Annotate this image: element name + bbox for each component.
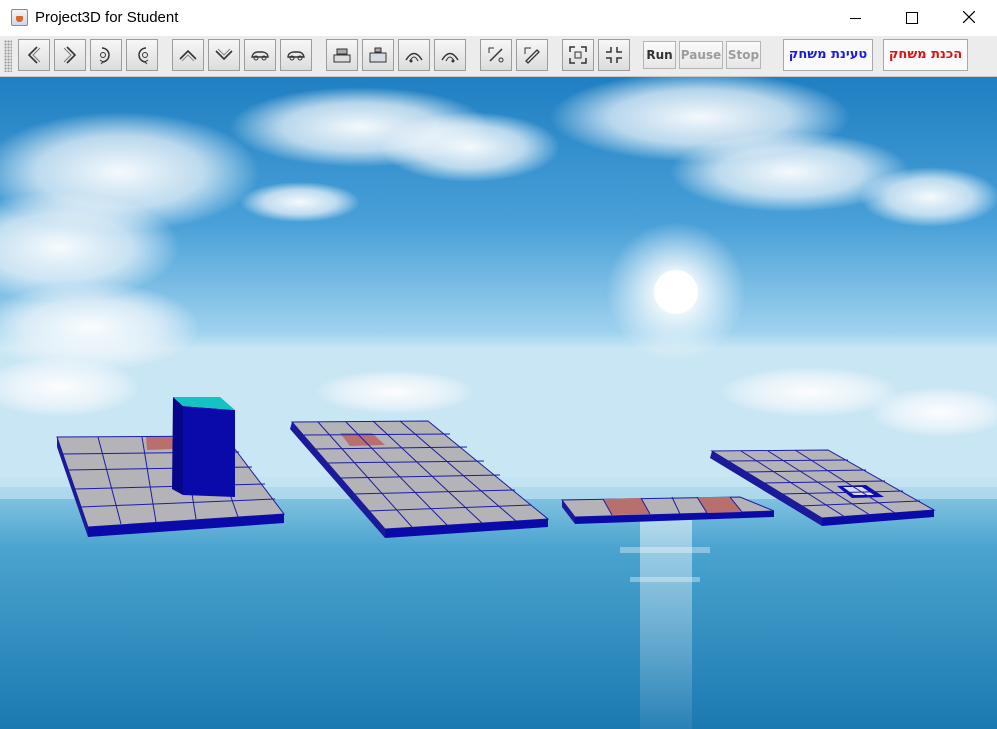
move-left-button[interactable]	[18, 39, 50, 71]
arc-right-button[interactable]	[434, 39, 466, 71]
raise-platform-button[interactable]	[326, 39, 358, 71]
close-button[interactable]	[946, 0, 992, 36]
chevron-up-icon	[179, 49, 197, 62]
target-tile	[146, 437, 174, 450]
title-bar: Project3D for Student	[0, 0, 997, 36]
close-icon	[963, 11, 975, 23]
arc-left-icon	[405, 52, 423, 63]
rotate-left-button[interactable]	[126, 39, 158, 71]
diagonal-edit-button[interactable]	[516, 39, 548, 71]
prepare-game-button[interactable]: הכנת משחק	[883, 39, 968, 71]
move-down-button[interactable]	[208, 39, 240, 71]
minimize-button[interactable]	[832, 0, 878, 36]
rotate-left-icon	[138, 47, 149, 65]
arrow-right-icon	[63, 46, 77, 64]
toolbar: Run Pause Stop טעינת משחק הכנת משחק	[0, 36, 997, 77]
rotate-right-icon	[99, 47, 110, 65]
diagonal-edit-icon	[524, 47, 540, 64]
collapse-frame-button[interactable]	[598, 39, 630, 71]
lower-platform-button[interactable]	[362, 39, 394, 71]
run-button[interactable]: Run	[643, 41, 676, 69]
arc-left-button[interactable]	[398, 39, 430, 71]
arc-right-icon	[441, 52, 459, 63]
collapse-frame-icon	[606, 47, 622, 63]
stop-button[interactable]: Stop	[726, 41, 761, 69]
move-up-button[interactable]	[172, 39, 204, 71]
game-scene[interactable]	[0, 77, 997, 729]
move-right-button[interactable]	[54, 39, 86, 71]
platform-lower-icon	[369, 47, 387, 63]
window-title: Project3D for Student	[35, 9, 179, 26]
toolbar-grip[interactable]	[4, 40, 12, 72]
arrow-left-icon	[27, 46, 41, 64]
rotate-right-button[interactable]	[90, 39, 122, 71]
platform-raise-icon	[333, 48, 351, 63]
maximize-button[interactable]	[888, 0, 934, 36]
chevron-down-icon	[215, 48, 233, 61]
load-game-button[interactable]: טעינת משחק	[783, 39, 873, 71]
player-block[interactable]	[172, 397, 235, 497]
drive-right-button[interactable]	[244, 39, 276, 71]
expand-frame-button[interactable]	[562, 39, 594, 71]
pause-button[interactable]: Pause	[679, 41, 723, 69]
car-left-icon	[287, 51, 305, 61]
car-right-icon	[251, 51, 269, 61]
diagonal-expand-button[interactable]	[480, 39, 512, 71]
expand-frame-icon	[569, 46, 587, 64]
diagonal-expand-icon	[488, 47, 504, 63]
drive-left-button[interactable]	[280, 39, 312, 71]
java-app-icon	[11, 9, 28, 26]
scene-canvas	[0, 77, 997, 729]
